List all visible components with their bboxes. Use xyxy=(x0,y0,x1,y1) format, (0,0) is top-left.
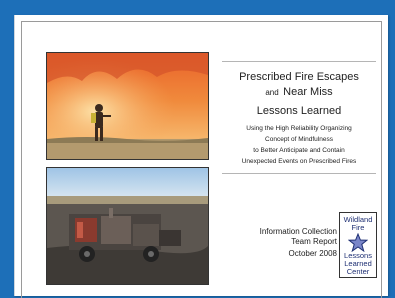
middle-divider xyxy=(222,173,376,174)
report-line-2: Team Report xyxy=(291,237,337,246)
subtitle-line: Using the High Reliability Organizing xyxy=(246,125,352,132)
document-page: Prescribed Fire Escapes and Near Miss Le… xyxy=(14,15,388,298)
title-lessons-learned: Lessons Learned xyxy=(256,105,342,117)
subtitle-line: to Better Anticipate and Contain xyxy=(253,147,345,154)
badge-line: Center xyxy=(346,267,370,276)
report-line-1: Information Collection xyxy=(259,227,337,236)
burned-truck-photo xyxy=(46,167,209,285)
subtitle-line: Concept of Mindfulness xyxy=(265,136,333,143)
lessons-learned-center-logo: Wildland Fire Lessons Learned Center xyxy=(339,212,377,278)
document-subtitle: Using the High Reliability Organizing Co… xyxy=(222,123,376,167)
report-date: October 2008 xyxy=(288,249,337,258)
report-info: Information Collection Team Report Octob… xyxy=(260,227,337,259)
star-icon xyxy=(348,233,368,252)
document-title: Prescribed Fire Escapes and Near Miss Le… xyxy=(222,70,376,118)
top-divider xyxy=(222,61,376,62)
badge-line: Fire xyxy=(351,223,365,232)
title-near-miss: Near Miss xyxy=(283,86,333,98)
subtitle-line: Unexpected Events on Prescribed Fires xyxy=(241,158,357,165)
title-and: and xyxy=(265,88,279,97)
firefighter-photo xyxy=(46,52,209,160)
title-line-1: Prescribed Fire Escapes xyxy=(239,71,359,83)
